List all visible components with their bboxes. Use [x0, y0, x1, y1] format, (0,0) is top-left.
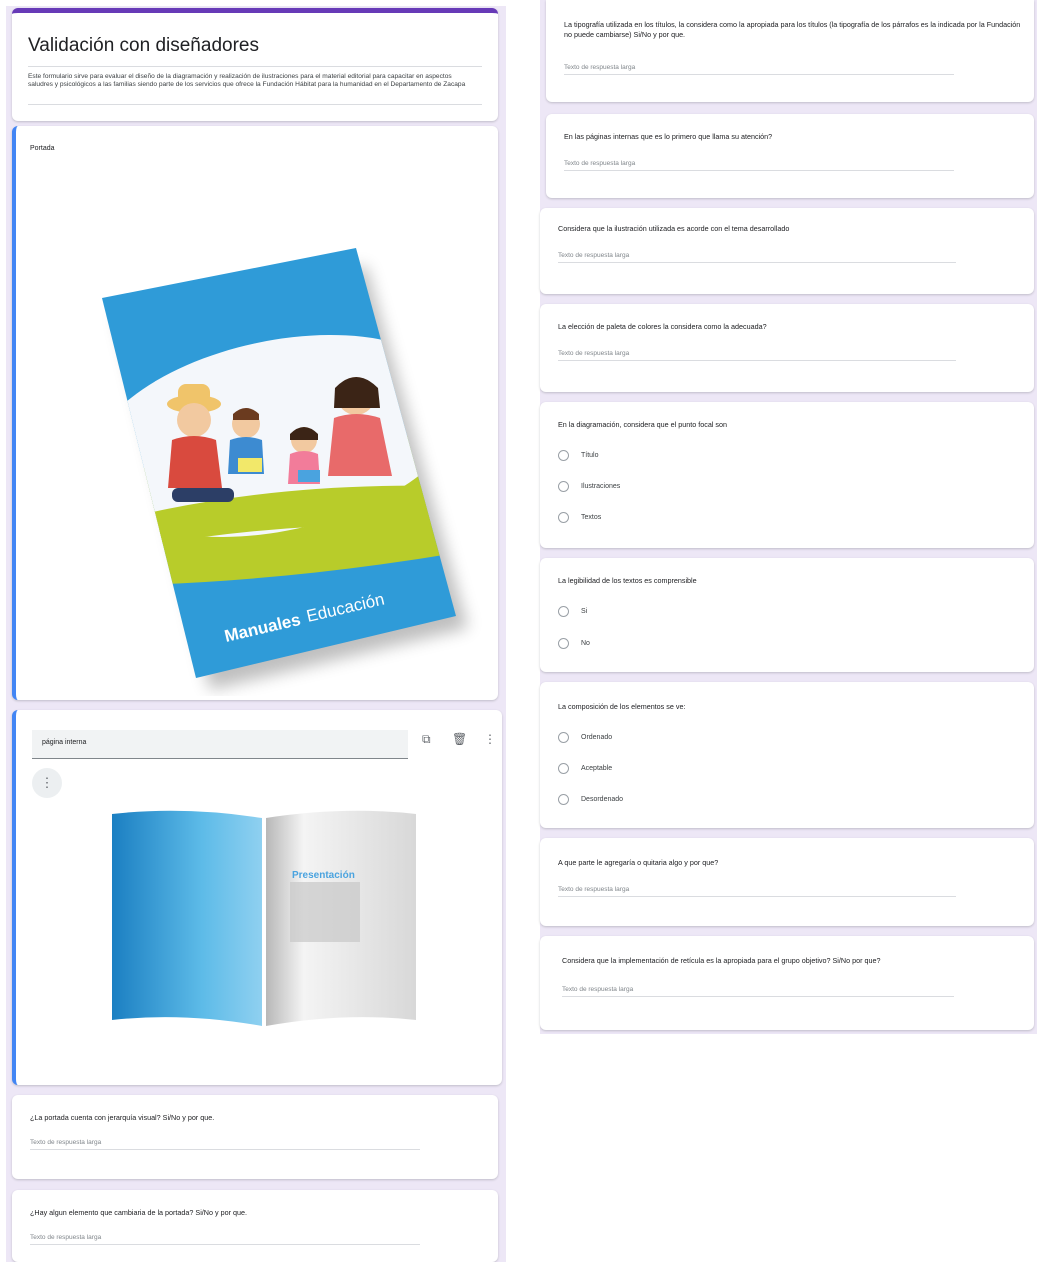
long-answer-placeholder: Texto de respuesta larga [564, 64, 954, 75]
option-label: Aceptable [581, 765, 613, 772]
question-title: A que parte le agregaría o quitaria algo… [558, 858, 719, 867]
option-label: Ilustraciones [581, 483, 621, 490]
question-title: ¿Hay algun elemento que cambiaria de la … [30, 1208, 247, 1217]
radio-button[interactable] [558, 638, 569, 649]
question-card[interactable]: ¿Hay algun elemento que cambiaria de la … [12, 1190, 498, 1262]
question-card[interactable]: La tipografía utilizada en los títulos, … [546, 0, 1034, 102]
question-card[interactable]: Considera que la ilustración utilizada e… [540, 208, 1034, 294]
radio-option[interactable]: Ordenado [558, 732, 612, 743]
radio-option[interactable]: No [558, 638, 590, 649]
radio-button[interactable] [558, 512, 569, 523]
long-answer-placeholder: Texto de respuesta larga [30, 1234, 420, 1245]
radio-option[interactable]: Ilustraciones [558, 481, 620, 492]
question-title: La tipografía utilizada en los títulos, … [564, 20, 1021, 39]
question-card[interactable]: Considera que la implementación de retíc… [540, 936, 1034, 1030]
question-card[interactable]: A que parte le agregaría o quitaria algo… [540, 838, 1034, 926]
radio-option[interactable]: Si [558, 606, 587, 617]
more-vert-icon[interactable]: ⋮ [484, 732, 496, 746]
radio-button[interactable] [558, 763, 569, 774]
option-label: Si [581, 608, 588, 615]
book-heading: Presentación [292, 870, 355, 881]
question-card[interactable]: La composición de los elementos se ve: O… [540, 682, 1034, 828]
question-title: La legibilidad de los textos es comprens… [558, 576, 697, 585]
form-title-card[interactable]: Validación con diseñadores Este formular… [12, 8, 498, 121]
long-answer-placeholder: Texto de respuesta larga [558, 886, 956, 897]
cover-section-label: Portada [30, 145, 55, 152]
question-title: En las páginas internas que es lo primer… [564, 132, 773, 141]
option-label: Ordenado [581, 734, 613, 741]
option-label: Título [581, 452, 599, 459]
long-answer-placeholder: Texto de respuesta larga [558, 350, 956, 361]
open-book-image: Presentación [112, 810, 416, 1026]
option-label: No [581, 640, 590, 647]
option-label: Desordenado [581, 796, 624, 803]
interior-page-card[interactable]: página interna ⧉ 🗑 ⋮ ⋮ Presentación [12, 710, 502, 1085]
radio-option[interactable]: Título [558, 450, 599, 461]
radio-option[interactable]: Textos [558, 512, 601, 523]
image-options-button[interactable]: ⋮ [32, 768, 62, 798]
question-card[interactable]: En las páginas internas que es lo primer… [546, 114, 1034, 198]
question-title: Considera que la implementación de retíc… [562, 956, 881, 965]
question-title: En la diagramación, considera que el pun… [558, 420, 728, 429]
radio-button[interactable] [558, 450, 569, 461]
description-underline [28, 104, 482, 105]
question-title: La elección de paleta de colores la cons… [558, 322, 767, 331]
long-answer-placeholder: Texto de respuesta larga [30, 1139, 420, 1150]
radio-button[interactable] [558, 794, 569, 805]
brochure-cover-image: Manuales Educación [102, 248, 468, 690]
question-title: La composición de los elementos se ve: [558, 702, 686, 711]
image-title-input[interactable]: página interna [32, 730, 408, 759]
question-title: ¿La portada cuenta con jerarquía visual?… [30, 1113, 215, 1122]
question-title: Considera que la ilustración utilizada e… [558, 224, 790, 233]
copy-icon[interactable]: ⧉ [422, 732, 431, 747]
radio-button[interactable] [558, 606, 569, 617]
question-card[interactable]: ¿La portada cuenta con jerarquía visual?… [12, 1095, 498, 1179]
question-card[interactable]: La legibilidad de los textos es comprens… [540, 558, 1034, 672]
radio-option[interactable]: Desordenado [558, 794, 623, 805]
cover-image-card[interactable]: Portada Manuales Educación [12, 126, 498, 700]
form-title[interactable]: Validación con diseñadores [28, 35, 259, 57]
radio-button[interactable] [558, 481, 569, 492]
option-label: Textos [581, 514, 602, 521]
long-answer-placeholder: Texto de respuesta larga [562, 986, 954, 997]
question-card[interactable]: La elección de paleta de colores la cons… [540, 304, 1034, 392]
title-underline [28, 66, 482, 67]
image-title-value[interactable]: página interna [42, 739, 86, 746]
question-card[interactable]: En la diagramación, considera que el pun… [540, 402, 1034, 548]
radio-button[interactable] [558, 732, 569, 743]
form-description[interactable]: Este formulario sirve para evaluar el di… [28, 73, 478, 88]
radio-option[interactable]: Aceptable [558, 763, 612, 774]
long-answer-placeholder: Texto de respuesta larga [564, 160, 954, 171]
long-answer-placeholder: Texto de respuesta larga [558, 252, 956, 263]
trash-icon[interactable]: 🗑 [452, 732, 467, 746]
